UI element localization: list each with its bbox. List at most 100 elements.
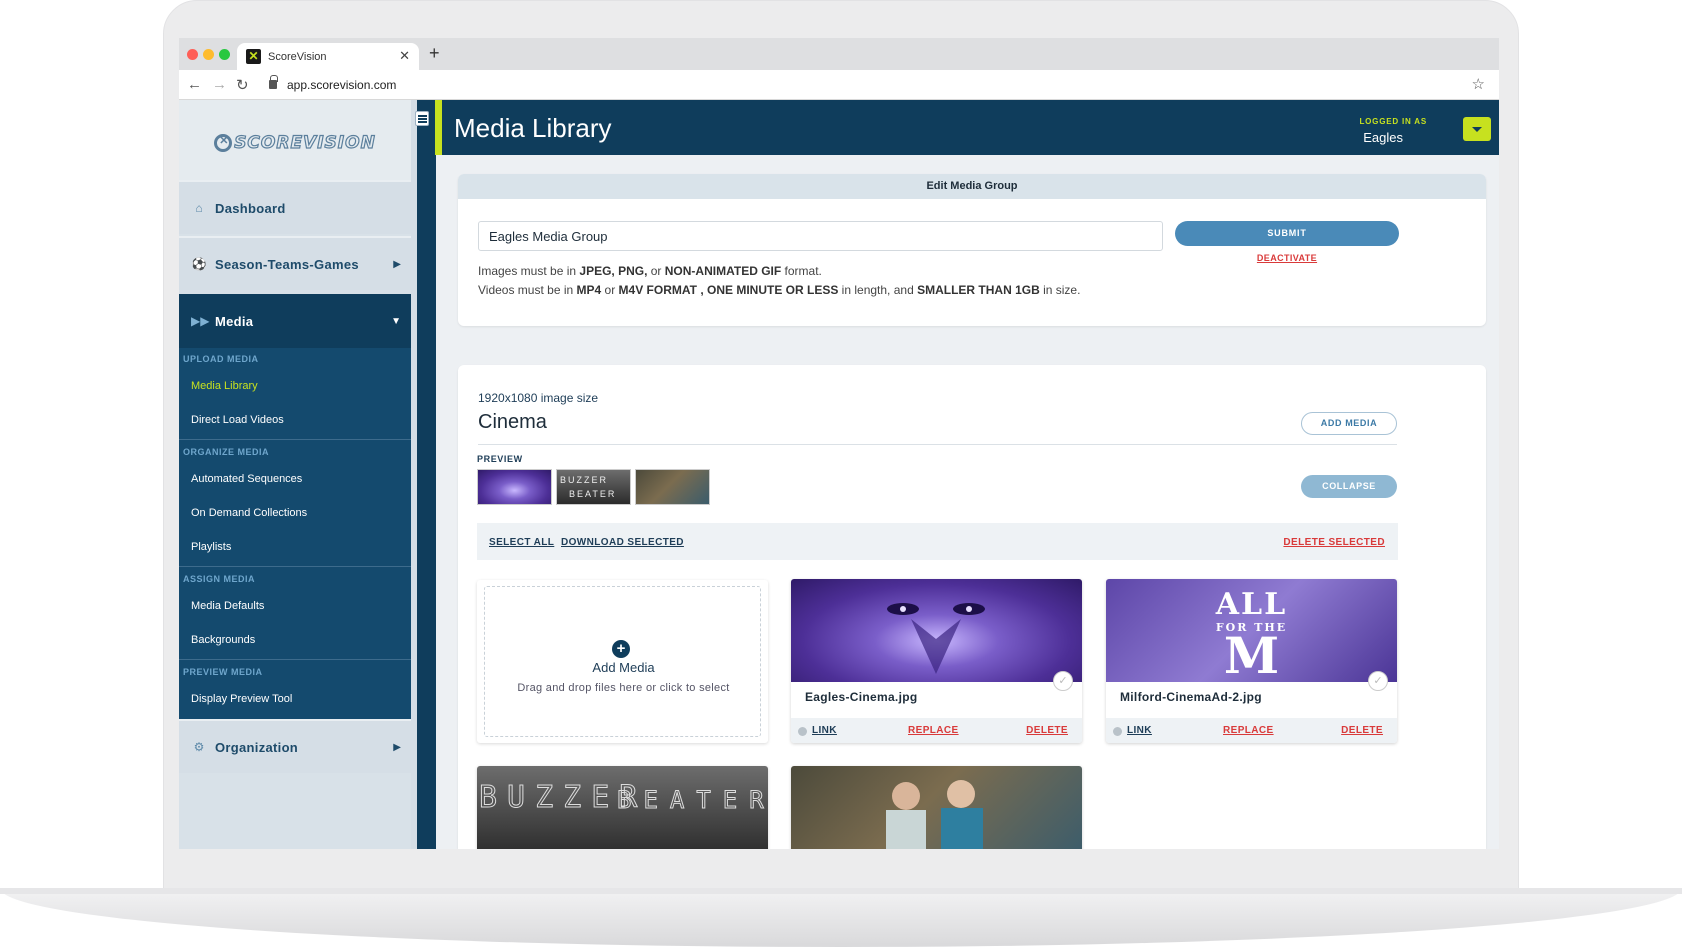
link-action[interactable]: LINK bbox=[812, 725, 837, 736]
media-group-panel: 1920x1080 image size Cinema ADD MEDIA PR… bbox=[458, 365, 1486, 849]
media-card[interactable]: ✓ Eagles-Cinema.jpg LINK REPLACE DELETE bbox=[791, 579, 1082, 743]
scorevision-logo-icon bbox=[214, 134, 233, 152]
sidebar-item-label: Dashboard bbox=[215, 200, 286, 216]
page-title: Media Library bbox=[454, 113, 612, 143]
media-card[interactable]: ALL FOR THE M ✓ Milford-CinemaAd-2.jpg L… bbox=[1106, 579, 1397, 743]
replace-action[interactable]: REPLACE bbox=[1223, 725, 1274, 736]
maximize-window-button[interactable] bbox=[219, 49, 230, 60]
page-header: Media Library LOGGED IN AS Eagles bbox=[442, 100, 1499, 155]
image-format-help: Images must be in JPEG, PNG, or NON-ANIM… bbox=[478, 264, 822, 278]
back-arrow-icon[interactable]: ← bbox=[187, 76, 202, 93]
laptop-base bbox=[0, 888, 1682, 947]
chevron-right-icon: ▶ bbox=[393, 741, 401, 753]
url-field[interactable]: app.scorevision.com bbox=[287, 78, 396, 92]
select-all-link[interactable]: SELECT ALL bbox=[489, 537, 554, 548]
panel-heading: Edit Media Group bbox=[458, 174, 1486, 199]
media-filename: Milford-CinemaAd-2.jpg bbox=[1120, 690, 1262, 704]
add-media-button[interactable]: ADD MEDIA bbox=[1301, 412, 1397, 435]
submenu-group-assign-media: ASSIGN MEDIA bbox=[183, 574, 256, 584]
screen: ScoreVision ✕ + ← → ↻ app.scorevision.co… bbox=[179, 38, 1499, 849]
new-tab-icon[interactable]: + bbox=[429, 43, 440, 64]
delete-action[interactable]: DELETE bbox=[1341, 725, 1383, 736]
submenu-item-backgrounds[interactable]: Backgrounds bbox=[191, 634, 255, 646]
status-dot bbox=[798, 727, 807, 736]
dropzone-title: Add Media bbox=[592, 660, 655, 675]
logged-in-user: Eagles bbox=[1363, 130, 1403, 145]
preview-label: PREVIEW bbox=[477, 454, 523, 464]
reload-icon[interactable]: ↻ bbox=[236, 76, 249, 94]
sidebar-item-organization[interactable]: ⚙ Organization ▶ bbox=[179, 719, 411, 773]
bookmark-star-icon[interactable]: ☆ bbox=[1472, 75, 1485, 93]
download-selected-link[interactable]: DOWNLOAD SELECTED bbox=[561, 537, 684, 548]
file-dropzone[interactable]: + Add Media Drag and drop files here or … bbox=[484, 586, 761, 737]
header-accent-bar bbox=[435, 100, 442, 155]
delete-selected-link[interactable]: DELETE SELECTED bbox=[1283, 537, 1385, 548]
sidebar-rail-edge bbox=[411, 100, 417, 849]
submenu-item-on-demand-collections[interactable]: On Demand Collections bbox=[191, 507, 307, 519]
chevron-right-icon: ▶ bbox=[393, 258, 401, 270]
logo[interactable]: SCOREVISION bbox=[179, 100, 411, 186]
browser-tab-bar: ScoreVision ✕ + bbox=[179, 38, 1499, 70]
edit-media-group-panel: Edit Media Group SUBMIT DEACTIVATE Image… bbox=[458, 174, 1486, 326]
media-filename: Eagles-Cinema.jpg bbox=[805, 690, 918, 704]
submit-button[interactable]: SUBMIT bbox=[1175, 221, 1399, 246]
media-card[interactable] bbox=[791, 766, 1082, 849]
tab-title: ScoreVision bbox=[268, 51, 327, 63]
link-action[interactable]: LINK bbox=[1127, 725, 1152, 736]
divider bbox=[478, 444, 1397, 445]
plus-circle-icon: + bbox=[612, 640, 630, 658]
submenu-item-playlists[interactable]: Playlists bbox=[191, 541, 231, 553]
sidebar-item-dashboard[interactable]: ⌂ Dashboard bbox=[179, 180, 411, 234]
submenu-item-media-defaults[interactable]: Media Defaults bbox=[191, 600, 264, 612]
submenu-group-upload-media: UPLOAD MEDIA bbox=[183, 354, 259, 364]
submenu-item-direct-load-videos[interactable]: Direct Load Videos bbox=[191, 414, 284, 426]
fast-forward-icon: ▶▶ bbox=[191, 314, 210, 328]
media-actions: LINK REPLACE DELETE bbox=[1106, 718, 1397, 743]
laptop-hinge bbox=[0, 888, 1682, 894]
media-card[interactable]: BUZZER BEATER bbox=[477, 766, 768, 849]
video-format-help: Videos must be in MP4 or M4V FORMAT , ON… bbox=[478, 283, 1081, 297]
submenu-divider bbox=[179, 659, 411, 660]
lock-icon bbox=[269, 75, 278, 89]
select-checkmark-icon[interactable]: ✓ bbox=[1053, 671, 1073, 691]
media-group-name-input[interactable] bbox=[478, 221, 1163, 251]
media-image: ALL FOR THE M bbox=[1106, 579, 1397, 682]
browser-tab[interactable]: ScoreVision ✕ bbox=[237, 43, 419, 70]
close-tab-icon[interactable]: ✕ bbox=[399, 48, 410, 64]
sidebar-item-label: Media bbox=[215, 313, 254, 329]
image-size-label: 1920x1080 image size bbox=[478, 391, 599, 405]
scorevision-favicon-icon bbox=[246, 49, 261, 64]
submenu-item-media-library[interactable]: Media Library bbox=[191, 380, 258, 392]
preview-thumbnail[interactable] bbox=[477, 469, 552, 505]
media-actions: LINK REPLACE DELETE bbox=[791, 718, 1082, 743]
submenu-item-automated-sequences[interactable]: Automated Sequences bbox=[191, 473, 302, 485]
replace-action[interactable]: REPLACE bbox=[908, 725, 959, 736]
sidebar-item-media[interactable]: ▶▶ Media ▼ bbox=[179, 294, 411, 348]
deactivate-link[interactable]: DEACTIVATE bbox=[1175, 253, 1399, 263]
media-submenu: UPLOAD MEDIA Media Library Direct Load V… bbox=[179, 348, 411, 719]
gears-icon: ⚙ bbox=[193, 740, 205, 754]
bulk-action-bar: SELECT ALL DOWNLOAD SELECTED DELETE SELE… bbox=[477, 523, 1398, 560]
dropzone-subtitle: Drag and drop files here or click to sel… bbox=[517, 682, 730, 694]
close-window-button[interactable] bbox=[187, 49, 198, 60]
media-group-title: Cinema bbox=[478, 411, 547, 433]
sidebar-item-label: Season-Teams-Games bbox=[215, 256, 359, 272]
submenu-divider bbox=[179, 566, 411, 567]
logo-text: SCOREVISION bbox=[234, 132, 376, 153]
user-menu-dropdown-button[interactable] bbox=[1463, 117, 1491, 141]
logged-in-label: LOGGED IN AS bbox=[1359, 117, 1427, 126]
menu-toggle-icon[interactable] bbox=[415, 111, 429, 126]
delete-action[interactable]: DELETE bbox=[1026, 725, 1068, 736]
preview-thumbnail[interactable]: BUZZER BEATER bbox=[556, 469, 631, 505]
collapse-button[interactable]: COLLAPSE bbox=[1301, 475, 1397, 498]
add-media-dropzone-card: + Add Media Drag and drop files here or … bbox=[477, 580, 768, 743]
app: SCOREVISION ⌂ Dashboard ⚽ Season-Teams-G… bbox=[179, 100, 1499, 849]
minimize-window-button[interactable] bbox=[203, 49, 214, 60]
soccer-ball-icon: ⚽ bbox=[191, 257, 207, 271]
preview-thumbnail[interactable] bbox=[635, 469, 710, 505]
submenu-item-display-preview-tool[interactable]: Display Preview Tool bbox=[191, 693, 292, 705]
sidebar-item-season-teams-games[interactable]: ⚽ Season-Teams-Games ▶ bbox=[179, 236, 411, 290]
select-checkmark-icon[interactable]: ✓ bbox=[1368, 671, 1388, 691]
chevron-down-icon: ▼ bbox=[391, 315, 401, 327]
forward-arrow-icon[interactable]: → bbox=[212, 76, 227, 93]
